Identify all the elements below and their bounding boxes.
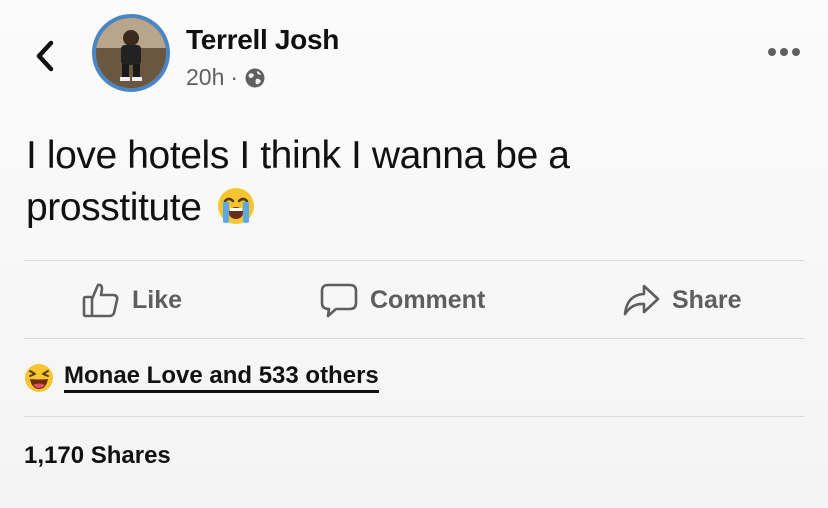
divider-top <box>24 260 804 261</box>
thumbs-up-icon <box>82 283 119 318</box>
globe-icon <box>245 68 265 87</box>
divider-bottom <box>24 416 804 417</box>
reactions-summary[interactable]: Monae Love and 533 others <box>24 362 379 393</box>
divider-middle <box>24 338 804 339</box>
post-text: I love hotels I think I wanna be a pross… <box>26 134 570 229</box>
chevron-left-icon <box>36 40 54 72</box>
more-options-button[interactable] <box>764 40 804 64</box>
more-horizontal-icon <box>768 48 800 56</box>
share-label: Share <box>672 285 742 314</box>
share-button[interactable]: Share <box>622 282 741 318</box>
share-arrow-icon <box>623 284 660 316</box>
haha-reaction-icon <box>25 363 53 392</box>
comment-bubble-icon <box>320 283 358 318</box>
reactions-label: Monae Love and 533 others <box>64 362 379 393</box>
comment-label: Comment <box>370 285 486 314</box>
profile-photo <box>96 18 166 88</box>
shares-count[interactable]: 1,170 Shares <box>24 442 171 470</box>
author-name[interactable]: Terrell Josh <box>186 24 339 56</box>
comment-button[interactable]: Comment <box>320 282 485 318</box>
timestamp[interactable]: 20h <box>186 64 224 91</box>
avatar[interactable] <box>92 14 170 92</box>
post-meta: 20h · <box>186 64 266 91</box>
like-button[interactable]: Like <box>82 282 182 318</box>
loudly-crying-face-icon <box>216 186 256 240</box>
like-label: Like <box>132 285 183 314</box>
post-body: I love hotels I think I wanna be a pross… <box>26 130 726 240</box>
meta-separator: · <box>230 64 239 90</box>
back-button[interactable] <box>30 36 60 76</box>
